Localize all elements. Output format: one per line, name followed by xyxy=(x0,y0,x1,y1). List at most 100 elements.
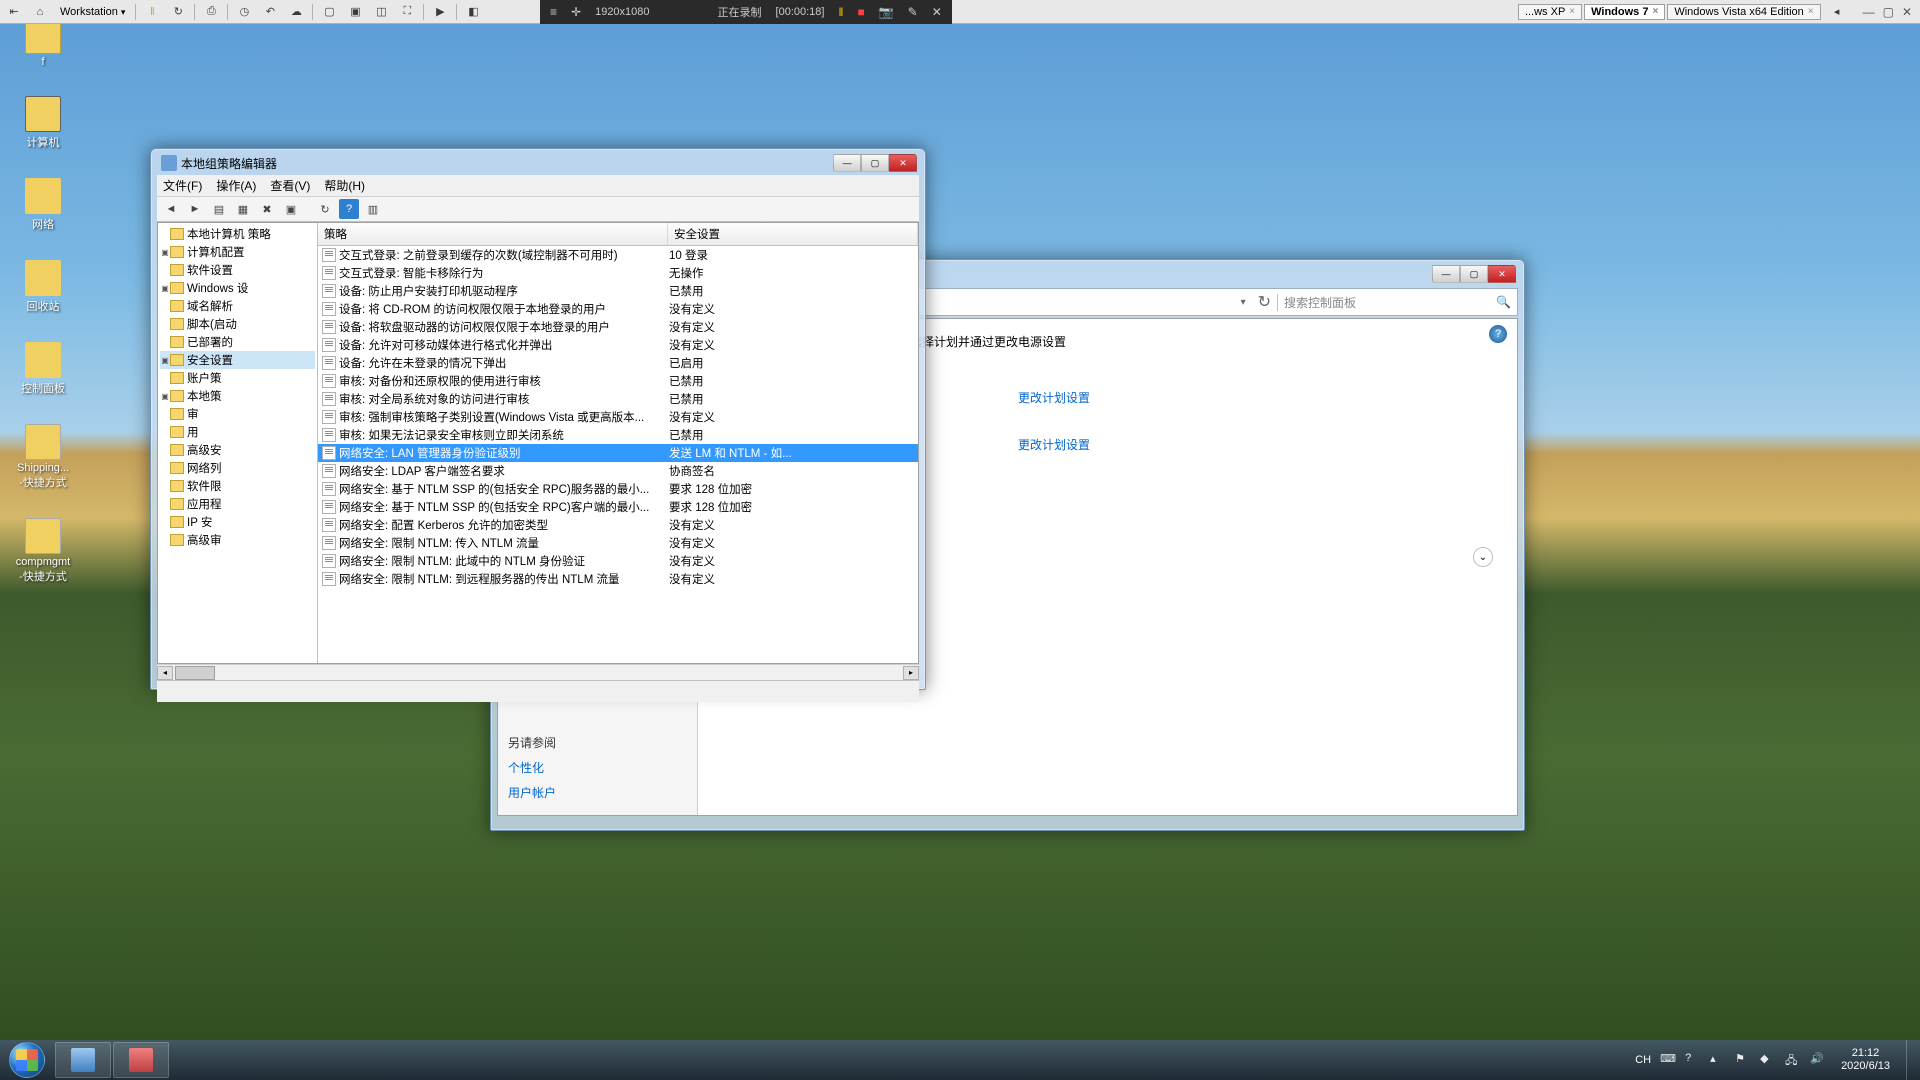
tray-help-icon[interactable]: ? xyxy=(1685,1052,1701,1068)
policy-row[interactable]: 网络安全: 限制 NTLM: 此域中的 NTLM 身份验证没有定义 xyxy=(318,552,918,570)
up-icon[interactable]: ▤ xyxy=(209,199,229,219)
policy-row[interactable]: 设备: 允许对可移动媒体进行格式化并弹出没有定义 xyxy=(318,336,918,354)
tree-item[interactable]: 高级安 xyxy=(160,441,315,459)
vm-tabs-prev-icon[interactable]: ◂ xyxy=(1827,3,1847,21)
desktop-icon-folder[interactable]: f xyxy=(8,18,78,68)
rec-pin-icon[interactable]: ✛ xyxy=(571,5,581,19)
policy-row[interactable]: 审核: 对备份和还原权限的使用进行审核已禁用 xyxy=(318,372,918,390)
policy-row[interactable]: 设备: 防止用户安装打印机驱动程序已禁用 xyxy=(318,282,918,300)
tree-item[interactable]: 用 xyxy=(160,423,315,441)
rec-menu-icon[interactable]: ≡ xyxy=(550,5,557,19)
help-icon[interactable]: ? xyxy=(1489,325,1507,343)
policy-row[interactable]: 交互式登录: 智能卡移除行为无操作 xyxy=(318,264,918,282)
desktop-icon-computer[interactable]: 计算机 xyxy=(8,96,78,150)
policy-row[interactable]: 网络安全: LAN 管理器身份验证级别发送 LM 和 NTLM - 如... xyxy=(318,444,918,462)
vm-workstation-menu[interactable]: Workstation xyxy=(56,6,129,18)
tree-item[interactable]: 软件设置 xyxy=(160,261,315,279)
tray-chevron-icon[interactable]: ▴ xyxy=(1710,1052,1726,1068)
tree-item[interactable]: 审 xyxy=(160,405,315,423)
vm-close-icon[interactable]: ✕ xyxy=(1902,5,1912,19)
policy-row[interactable]: 设备: 允许在未登录的情况下弹出已启用 xyxy=(318,354,918,372)
list-body[interactable]: 交互式登录: 之前登录到缓存的次数(域控制器不可用时)10 登录交互式登录: 智… xyxy=(318,246,918,663)
tree-item[interactable]: 软件限 xyxy=(160,477,315,495)
policy-row[interactable]: 审核: 如果无法记录安全审核则立即关闭系统已禁用 xyxy=(318,426,918,444)
desktop-icon-controlpanel[interactable]: 控制面板 xyxy=(8,342,78,396)
tree-panel[interactable]: 本地计算机 策略▣计算机配置软件设置▣Windows 设域名解析脚本(启动已部署… xyxy=(158,223,318,663)
vm-clock-icon[interactable]: ◷ xyxy=(234,3,254,21)
policy-row[interactable]: 网络安全: 限制 NTLM: 传入 NTLM 流量没有定义 xyxy=(318,534,918,552)
rec-camera-icon[interactable]: 📷 xyxy=(879,5,894,19)
col-setting[interactable]: 安全设置 xyxy=(668,223,918,245)
maximize-button[interactable]: ▢ xyxy=(861,154,889,172)
vm-fullscreen-icon[interactable]: ▶ xyxy=(430,3,450,21)
vm-tab-xp[interactable]: ...ws XP× xyxy=(1518,4,1582,20)
policy-row[interactable]: 交互式登录: 之前登录到缓存的次数(域控制器不可用时)10 登录 xyxy=(318,246,918,264)
vm-maximize-icon[interactable]: ▢ xyxy=(1883,5,1894,19)
policy-row[interactable]: 设备: 将 CD-ROM 的访问权限仅限于本地登录的用户没有定义 xyxy=(318,300,918,318)
vm-tab-win7[interactable]: Windows 7× xyxy=(1584,4,1665,20)
filter-icon[interactable]: ▥ xyxy=(363,199,383,219)
vm-unity-icon[interactable]: ◧ xyxy=(463,3,483,21)
forward-icon[interactable]: ► xyxy=(185,199,205,219)
rec-pencil-icon[interactable]: ✎ xyxy=(908,5,918,19)
sidebar-link-personalize[interactable]: 个性化 xyxy=(508,755,687,780)
tree-item[interactable]: ▣安全设置 xyxy=(160,351,315,369)
delete-icon[interactable]: ✖ xyxy=(257,199,277,219)
sidebar-link-user[interactable]: 用户帐户 xyxy=(508,780,687,805)
scroll-thumb[interactable] xyxy=(175,666,215,680)
vm-pause-icon[interactable]: ‖ xyxy=(142,3,162,21)
search-icon[interactable]: 🔍 xyxy=(1496,295,1511,309)
policy-row[interactable]: 审核: 对全局系统对象的访问进行审核已禁用 xyxy=(318,390,918,408)
properties-icon[interactable]: ▦ xyxy=(233,199,253,219)
export-icon[interactable]: ▣ xyxy=(281,199,301,219)
tree-item[interactable]: 本地计算机 策略 xyxy=(160,225,315,243)
tree-item[interactable]: 账户策 xyxy=(160,369,315,387)
tree-item[interactable]: 应用程 xyxy=(160,495,315,513)
tray-app-icon[interactable]: ◆ xyxy=(1760,1052,1776,1068)
vm-view1-icon[interactable]: ▢ xyxy=(319,3,339,21)
minimize-button[interactable]: — xyxy=(1432,265,1460,283)
vm-view4-icon[interactable]: ⛶ xyxy=(397,3,417,21)
tree-item[interactable]: 已部署的 xyxy=(160,333,315,351)
tree-item[interactable]: 网络列 xyxy=(160,459,315,477)
vm-home-icon[interactable]: ⌂ xyxy=(30,3,50,21)
search-input[interactable]: 搜索控制面板 🔍 xyxy=(1277,294,1517,311)
help-icon[interactable]: ? xyxy=(339,199,359,219)
vm-next-icon[interactable]: ↻ xyxy=(168,3,188,21)
policy-row[interactable]: 网络安全: 限制 NTLM: 到远程服务器的传出 NTLM 流量没有定义 xyxy=(318,570,918,588)
tray-flag-icon[interactable]: ⚑ xyxy=(1735,1052,1751,1068)
vm-tab-vista[interactable]: Windows Vista x64 Edition× xyxy=(1667,4,1820,20)
vm-view3-icon[interactable]: ◫ xyxy=(371,3,391,21)
policy-row[interactable]: 设备: 将软盘驱动器的访问权限仅限于本地登录的用户没有定义 xyxy=(318,318,918,336)
dropdown-icon[interactable]: ▾ xyxy=(1235,297,1252,308)
horizontal-scrollbar[interactable]: ◂ ▸ xyxy=(157,664,919,680)
menu-help[interactable]: 帮助(H) xyxy=(324,177,365,194)
vm-minimize-icon[interactable]: — xyxy=(1863,5,1875,19)
vm-revert-icon[interactable]: ↶ xyxy=(260,3,280,21)
tray-network-icon[interactable]: 🖧 xyxy=(1785,1052,1801,1068)
minimize-button[interactable]: — xyxy=(833,154,861,172)
close-button[interactable]: ✕ xyxy=(1488,265,1516,283)
maximize-button[interactable]: ▢ xyxy=(1460,265,1488,283)
show-desktop-button[interactable] xyxy=(1906,1040,1920,1080)
vm-snapshot-icon[interactable]: ⎙ xyxy=(201,3,221,21)
tree-item[interactable]: ▣Windows 设 xyxy=(160,279,315,297)
rec-close-icon[interactable]: ✕ xyxy=(932,5,942,19)
link-change-plan-2[interactable]: 更改计划设置 xyxy=(1018,436,1497,453)
link-change-plan[interactable]: 更改计划设置 xyxy=(1018,389,1497,406)
scroll-left-icon[interactable]: ◂ xyxy=(157,666,173,680)
menu-action[interactable]: 操作(A) xyxy=(216,177,256,194)
close-button[interactable]: ✕ xyxy=(889,154,917,172)
policy-row[interactable]: 网络安全: LDAP 客户端签名要求协商签名 xyxy=(318,462,918,480)
tree-item[interactable]: 域名解析 xyxy=(160,297,315,315)
titlebar[interactable]: 本地组策略编辑器 — ▢ ✕ xyxy=(157,155,919,175)
close-icon[interactable]: × xyxy=(1569,6,1575,17)
expand-icon[interactable]: ⌄ xyxy=(1473,547,1493,567)
rec-pause-icon[interactable]: ‖ xyxy=(838,5,843,19)
gpedit-window[interactable]: 本地组策略编辑器 — ▢ ✕ 文件(F) 操作(A) 查看(V) 帮助(H) ◄… xyxy=(150,148,926,690)
desktop-icon-shortcut2[interactable]: compmgmt -快捷方式 xyxy=(8,518,78,584)
vm-manage-icon[interactable]: ☁ xyxy=(286,3,306,21)
menu-file[interactable]: 文件(F) xyxy=(163,177,202,194)
tree-item[interactable]: IP 安 xyxy=(160,513,315,531)
tree-item[interactable]: ▣本地策 xyxy=(160,387,315,405)
